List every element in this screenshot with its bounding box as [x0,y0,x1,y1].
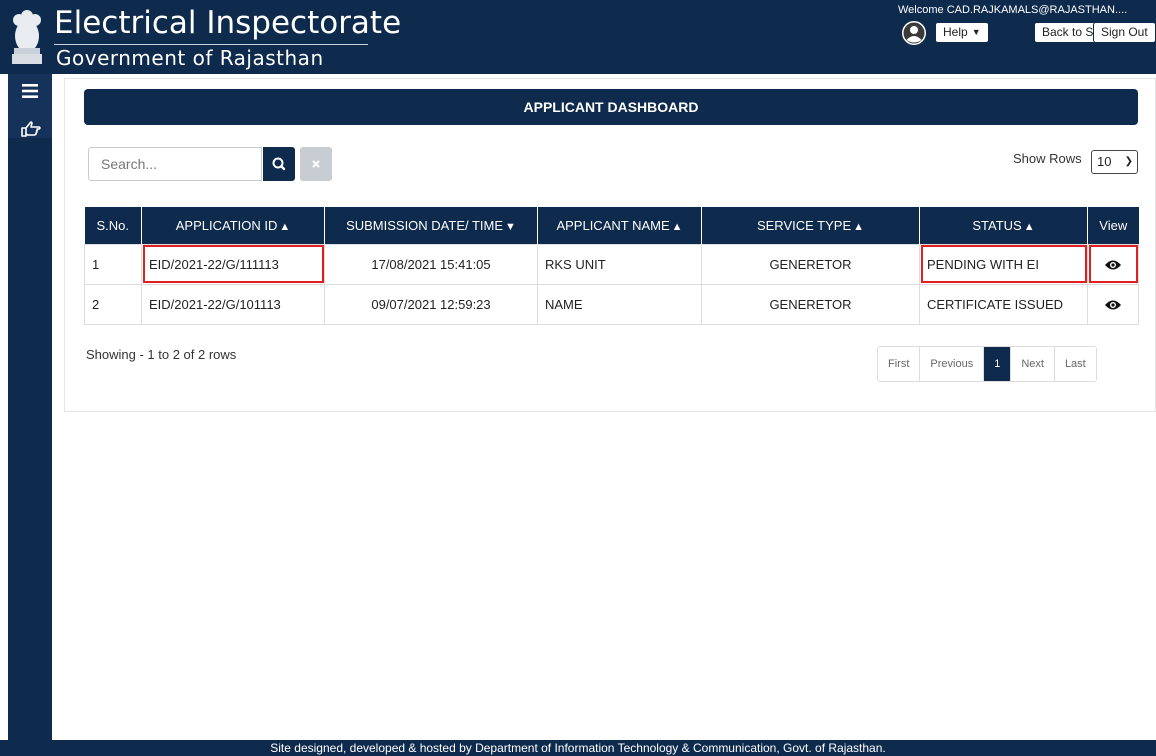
column-header-view: View [1087,207,1139,244]
hand-pointer-icon[interactable] [21,120,41,138]
submission-date-header-label: SUBMISSION DATE/ TIME [346,217,504,233]
user-avatar-icon[interactable] [902,21,926,45]
table-row: 1 EID/2021-22/G/111113 17/08/2021 15:41:… [84,243,1139,285]
row-status: PENDING WITH EI [919,243,1088,285]
pagination-page-1[interactable]: 1 [983,347,1011,381]
help-label: Help [943,25,968,39]
show-rows-label: Show Rows [1013,151,1082,166]
row-service-type: GENERETOR [701,283,920,325]
row-submission-date: 17/08/2021 15:41:05 [324,243,538,285]
sign-out-button[interactable]: Sign Out [1093,22,1156,43]
column-header-submission-date[interactable]: SUBMISSION DATE/ TIME ▼ [324,207,538,244]
help-dropdown-button[interactable]: Help ▼ [935,22,989,43]
row-applicant-name: NAME [537,283,702,325]
sort-icon: ▲︎ [279,220,291,233]
site-title: Electrical Inspectorate [54,5,402,41]
row-submission-date: 09/07/2021 12:59:23 [324,283,538,325]
footer-credit: Site designed, developed & hosted by Dep… [0,740,1156,756]
search-button[interactable] [263,147,295,181]
applicant-name-header-label: APPLICANT NAME [556,217,670,233]
eye-icon [1105,260,1121,270]
search-input[interactable] [88,147,262,181]
row-service-type: GENERETOR [701,243,920,285]
dashboard-title: APPLICANT DASHBOARD [84,89,1138,125]
pagination-first[interactable]: First [878,347,920,381]
sort-icon: ▲︎ [1023,220,1035,233]
sno-header-label: S.No. [96,217,129,233]
close-icon [312,160,320,168]
row-sno: 2 [84,283,142,325]
caret-down-icon: ▼ [971,27,981,37]
rows-per-page-select[interactable]: 10 ❯ [1091,150,1138,174]
row-applicant-name: RKS UNIT [537,243,702,285]
service-type-header-label: SERVICE TYPE [756,217,852,233]
row-status: CERTIFICATE ISSUED [919,283,1088,325]
eye-icon [1105,300,1121,310]
sort-icon: ▲︎ [671,220,683,233]
row-view-button[interactable] [1087,283,1139,325]
site-subtitle: Government of Rajasthan [56,46,324,70]
column-header-application-id[interactable]: APPLICATION ID ▲︎ [141,207,325,244]
pagination: First Previous 1 Next Last [877,346,1097,382]
rows-per-page-value: 10 [1097,154,1112,169]
menu-icon[interactable] [22,84,38,98]
sidebar [8,74,52,740]
column-header-status[interactable]: STATUS ▲︎ [919,207,1088,244]
view-header-label: View [1099,217,1128,233]
header: Electrical Inspectorate Government of Ra… [0,0,1156,74]
chevron-down-icon: ❯ [1124,156,1133,167]
row-sno: 1 [84,243,142,285]
table-row: 2 EID/2021-22/G/101113 09/07/2021 12:59:… [84,283,1139,325]
application-id-header-label: APPLICATION ID [175,217,278,233]
search-icon [272,157,286,171]
welcome-text: Welcome CAD.RAJKAMALS@RAJASTHAN.... [898,4,1128,16]
row-application-id: EID/2021-22/G/101113 [141,283,325,325]
status-header-label: STATUS [972,217,1022,233]
column-header-sno: S.No. [84,207,142,244]
sort-icon: ▲︎ [853,220,865,233]
clear-search-button[interactable] [300,147,332,181]
applications-table: S.No. APPLICATION ID ▲︎ SUBMISSION DATE/ … [84,207,1139,325]
pagination-next[interactable]: Next [1010,347,1054,381]
column-header-service-type[interactable]: SERVICE TYPE ▲︎ [701,207,920,244]
pagination-last[interactable]: Last [1053,347,1096,381]
row-view-button[interactable] [1087,243,1139,285]
pagination-summary: Showing - 1 to 2 of 2 rows [86,347,237,362]
column-header-applicant-name[interactable]: APPLICANT NAME ▲︎ [537,207,702,244]
sort-desc-icon: ▼ [505,220,516,233]
pagination-previous[interactable]: Previous [919,347,984,381]
table-header-row: S.No. APPLICATION ID ▲︎ SUBMISSION DATE/ … [84,207,1139,244]
title-divider [54,44,368,45]
row-application-id: EID/2021-22/G/111113 [141,243,325,285]
emblem-icon [12,10,42,64]
